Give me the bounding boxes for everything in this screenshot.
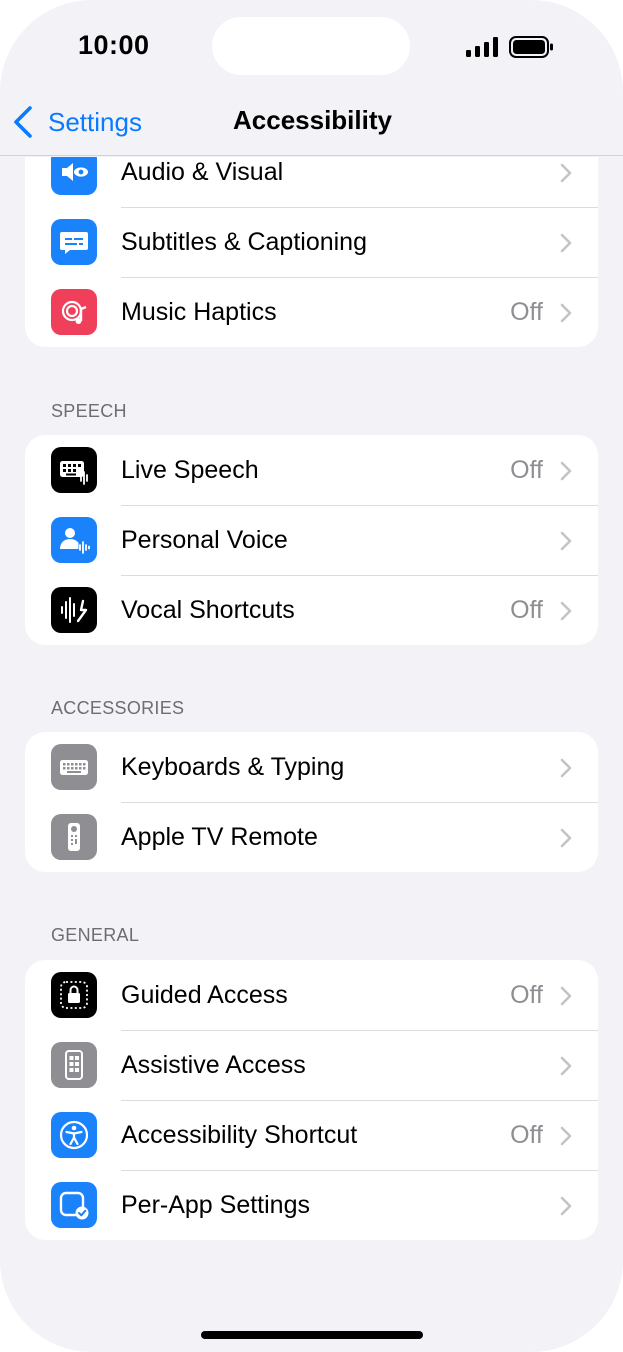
row-music-haptics[interactable]: Music Haptics Off — [25, 277, 598, 347]
row-value: Off — [510, 595, 543, 624]
chevron-right-icon — [560, 531, 572, 551]
remote-icon — [51, 814, 97, 860]
row-value: Off — [510, 297, 543, 326]
row-keyboards-typing[interactable]: Keyboards & Typing — [25, 732, 598, 802]
waveform-arrow-icon — [51, 587, 97, 633]
chevron-right-icon — [560, 1056, 572, 1076]
row-label: Audio & Visual — [121, 157, 284, 186]
row-label: Per-App Settings — [121, 1190, 310, 1219]
battery-icon — [509, 36, 553, 58]
row-label: Apple TV Remote — [121, 822, 318, 851]
chevron-right-icon — [560, 233, 572, 253]
assistive-access-icon — [51, 1042, 97, 1088]
section-header-general: GENERAL — [51, 925, 140, 945]
row-label: Music Haptics — [121, 297, 277, 326]
chevron-right-icon — [560, 1196, 572, 1216]
speech-group: Live Speech Off Personal Voice Vocal Sho… — [25, 435, 598, 645]
settings-list[interactable]: Audio & Visual Subtitles & Captioning Mu… — [0, 157, 623, 1277]
page-title: Accessibility — [233, 105, 392, 135]
row-assistive-access[interactable]: Assistive Access — [25, 1030, 598, 1100]
phone-screen: 10:00 Settings Accessibility Audio & Vis… — [0, 0, 623, 1352]
row-apple-tv-remote[interactable]: Apple TV Remote — [25, 802, 598, 872]
navigation-bar: Settings Accessibility — [0, 92, 623, 156]
row-label: Accessibility Shortcut — [121, 1120, 358, 1149]
chevron-right-icon — [560, 163, 572, 183]
chevron-right-icon — [560, 461, 572, 481]
person-wave-icon — [51, 517, 97, 563]
row-value: Off — [510, 455, 543, 484]
row-label: Keyboards & Typing — [121, 752, 345, 781]
row-subtitles-captioning[interactable]: Subtitles & Captioning — [25, 207, 598, 277]
home-indicator[interactable] — [201, 1331, 423, 1339]
row-live-speech[interactable]: Live Speech Off — [25, 435, 598, 505]
app-check-icon — [51, 1182, 97, 1228]
row-label: Guided Access — [121, 980, 288, 1009]
speaker-eye-icon — [51, 157, 97, 195]
chevron-right-icon — [560, 303, 572, 323]
dynamic-island — [212, 17, 410, 75]
chevron-right-icon — [560, 758, 572, 778]
row-guided-access[interactable]: Guided Access Off — [25, 960, 598, 1030]
accessibility-icon — [51, 1112, 97, 1158]
row-value: Off — [510, 980, 543, 1009]
row-label: Personal Voice — [121, 525, 288, 554]
keyboard-wave-icon — [51, 447, 97, 493]
row-audio-visual[interactable]: Audio & Visual — [25, 157, 598, 207]
status-bar: 10:00 — [0, 0, 623, 92]
chevron-right-icon — [560, 828, 572, 848]
chevron-right-icon — [560, 601, 572, 621]
row-label: Subtitles & Captioning — [121, 227, 367, 256]
status-time: 10:00 — [78, 30, 150, 60]
row-personal-voice[interactable]: Personal Voice — [25, 505, 598, 575]
row-label: Vocal Shortcuts — [121, 595, 295, 624]
row-per-app-settings[interactable]: Per-App Settings — [25, 1170, 598, 1240]
section-header-speech: SPEECH — [51, 401, 127, 421]
chevron-right-icon — [560, 986, 572, 1006]
keyboard-icon — [51, 744, 97, 790]
music-haptics-icon — [51, 289, 97, 335]
row-vocal-shortcuts[interactable]: Vocal Shortcuts Off — [25, 575, 598, 645]
row-value: Off — [510, 1120, 543, 1149]
lock-dotted-icon — [51, 972, 97, 1018]
row-accessibility-shortcut[interactable]: Accessibility Shortcut Off — [25, 1100, 598, 1170]
caption-bubble-icon — [51, 219, 97, 265]
section-header-accessories: ACCESSORIES — [51, 698, 185, 718]
row-label: Assistive Access — [121, 1050, 306, 1079]
accessories-group: Keyboards & Typing Apple TV Remote — [25, 732, 598, 872]
general-group: Guided Access Off Assistive Access Acces… — [25, 960, 598, 1240]
row-label: Live Speech — [121, 455, 259, 484]
hearing-group: Audio & Visual Subtitles & Captioning Mu… — [25, 157, 598, 347]
cellular-signal-icon — [466, 37, 498, 57]
chevron-right-icon — [560, 1126, 572, 1146]
